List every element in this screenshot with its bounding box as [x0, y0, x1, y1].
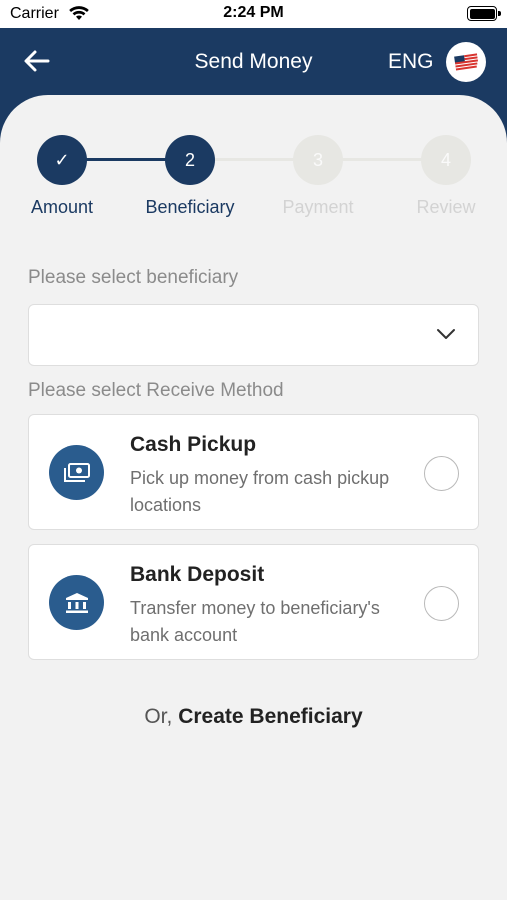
create-beneficiary-link[interactable]: Create Beneficiary [178, 705, 362, 728]
chevron-down-icon [436, 327, 456, 346]
bank-deposit-radio[interactable] [424, 586, 459, 621]
cash-icon [49, 445, 104, 500]
step-amount-circle[interactable]: ✓ [37, 135, 87, 185]
step-review-circle: 4 [421, 135, 471, 185]
us-flag-icon[interactable] [446, 42, 486, 82]
create-beneficiary-prefix: Or, [144, 705, 173, 728]
progress-stepper: ✓ 2 3 4 Amount Beneficiary Payment Revie… [0, 133, 507, 223]
create-beneficiary-row: Or, Create Beneficiary [0, 705, 507, 729]
receive-method-label: Please select Receive Method [28, 380, 284, 401]
clock: 2:24 PM [223, 4, 284, 21]
step-payment-circle: 3 [293, 135, 343, 185]
bank-deposit-title: Bank Deposit [130, 563, 265, 586]
language-selector[interactable]: ENG [388, 50, 434, 74]
cash-pickup-title: Cash Pickup [130, 433, 257, 456]
cash-pickup-description: Pick up money from cash pickup locations [130, 468, 390, 515]
beneficiary-dropdown[interactable] [28, 304, 479, 366]
battery-icon [467, 6, 501, 21]
beneficiary-label: Please select beneficiary [28, 267, 239, 288]
bank-deposit-option[interactable]: Bank Deposit Transfer money to beneficia… [28, 544, 479, 660]
bank-deposit-description: Transfer money to beneficiary's bank acc… [130, 598, 380, 645]
step-amount-label: Amount [30, 197, 94, 217]
step-beneficiary-circle[interactable]: 2 [165, 135, 215, 185]
content-sheet: ✓ 2 3 4 Amount Beneficiary Payment Revie… [0, 95, 507, 900]
step-beneficiary-label: Beneficiary [145, 197, 235, 217]
status-bar: Carrier 2:24 PM [0, 0, 507, 28]
cash-pickup-radio[interactable] [424, 456, 459, 491]
nav-bar: Send Money ENG [0, 28, 507, 98]
step-payment-label: Payment [282, 197, 354, 217]
cash-pickup-option[interactable]: Cash Pickup Pick up money from cash pick… [28, 414, 479, 530]
step-review-label: Review [416, 197, 476, 217]
bank-icon [49, 575, 104, 630]
